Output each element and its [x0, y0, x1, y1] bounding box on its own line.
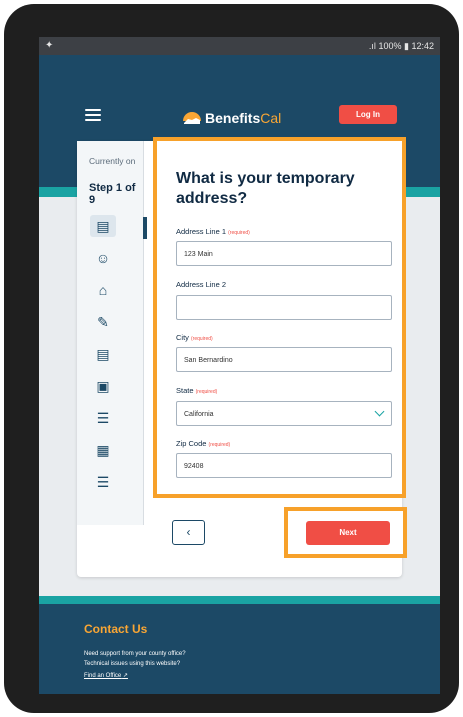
tablet-frame: ✦ .ıl 100% ▮ 12:42 Benefits Cal Log In Cu	[4, 4, 459, 713]
money-doc-icon[interactable]: ▦	[90, 439, 116, 461]
zip-label: Zip Code (required)	[176, 439, 231, 448]
address-line1-input[interactable]: 123 Main	[176, 241, 392, 266]
list-icon[interactable]: ☰	[90, 407, 116, 429]
address-line2-label: Address Line 2	[176, 280, 227, 289]
next-button-highlight: Next	[284, 507, 407, 558]
required-tag: (required)	[228, 230, 250, 236]
footer-teal-band	[39, 596, 440, 604]
signature-icon[interactable]: ✎	[90, 311, 116, 333]
home-person-icon[interactable]: ⌂	[90, 279, 116, 301]
screen: ✦ .ıl 100% ▮ 12:42 Benefits Cal Log In Cu	[39, 37, 440, 694]
active-step-marker	[143, 217, 147, 239]
status-bar: ✦ .ıl 100% ▮ 12:42	[39, 37, 440, 55]
site-footer: Contact Us Need support from your county…	[39, 604, 440, 694]
brand-name-benefits: Benefits	[205, 110, 261, 126]
find-office-link[interactable]: Find an Office ↗	[84, 672, 128, 679]
id-card-icon[interactable]: ▤	[90, 215, 116, 237]
chevron-down-icon	[374, 406, 385, 417]
people-icon[interactable]: ☺	[90, 247, 116, 269]
status-right: .ıl 100% ▮ 12:42	[369, 41, 434, 52]
footer-support-text: Need support from your county office?	[84, 651, 186, 657]
currently-on-label: Currently on	[89, 156, 136, 166]
clipboard-icon[interactable]: ▤	[90, 343, 116, 365]
brand-name-cal: Cal	[260, 110, 282, 126]
contact-us-title: Contact Us	[84, 622, 148, 636]
car-icon[interactable]: ▣	[90, 375, 116, 397]
battery-icon: ▮	[404, 41, 409, 51]
city-input[interactable]: San Bernardino	[176, 347, 392, 372]
required-tag: (required)	[195, 389, 218, 395]
clock: 12:42	[411, 41, 434, 51]
benefitscal-logo[interactable]: Benefits Cal	[182, 106, 281, 130]
question-title: What is your temporary address?	[176, 170, 355, 207]
step-icons: ▤ ☺ ⌂ ✎ ▤ ▣ ☰ ▦ ☰	[88, 215, 136, 503]
current-step: Step 1 of 9	[89, 182, 136, 206]
required-tag: (required)	[208, 442, 231, 448]
signal-icon: .ıl	[368, 41, 376, 51]
footer-technical-text: Technical issues using this website?	[84, 661, 181, 667]
address-form: What is your temporary address? Address …	[153, 137, 406, 498]
address-line1-label: Address Line 1 (required)	[176, 227, 250, 236]
bear-logo-icon	[183, 112, 201, 124]
back-button[interactable]: ‹	[172, 520, 205, 545]
login-button[interactable]: Log In	[339, 105, 397, 124]
list-icon-2[interactable]: ☰	[90, 471, 116, 493]
menu-icon[interactable]	[85, 109, 101, 121]
battery-level: 100%	[378, 41, 402, 51]
state-label: State (required)	[176, 386, 218, 395]
step-sidebar: Currently on Step 1 of 9 ▤ ☺ ⌂ ✎ ▤ ▣ ☰ ▦…	[77, 141, 144, 525]
external-link-icon: ↗	[122, 673, 128, 679]
next-button[interactable]: Next	[306, 521, 390, 545]
state-select[interactable]: California	[176, 401, 392, 426]
zip-input[interactable]: 92408	[176, 453, 392, 478]
state-value: California	[184, 411, 214, 418]
city-label: City (required)	[176, 333, 213, 342]
settings-icon: ✦	[45, 40, 54, 51]
required-tag: (required)	[191, 336, 213, 342]
address-line2-input[interactable]	[176, 295, 392, 320]
